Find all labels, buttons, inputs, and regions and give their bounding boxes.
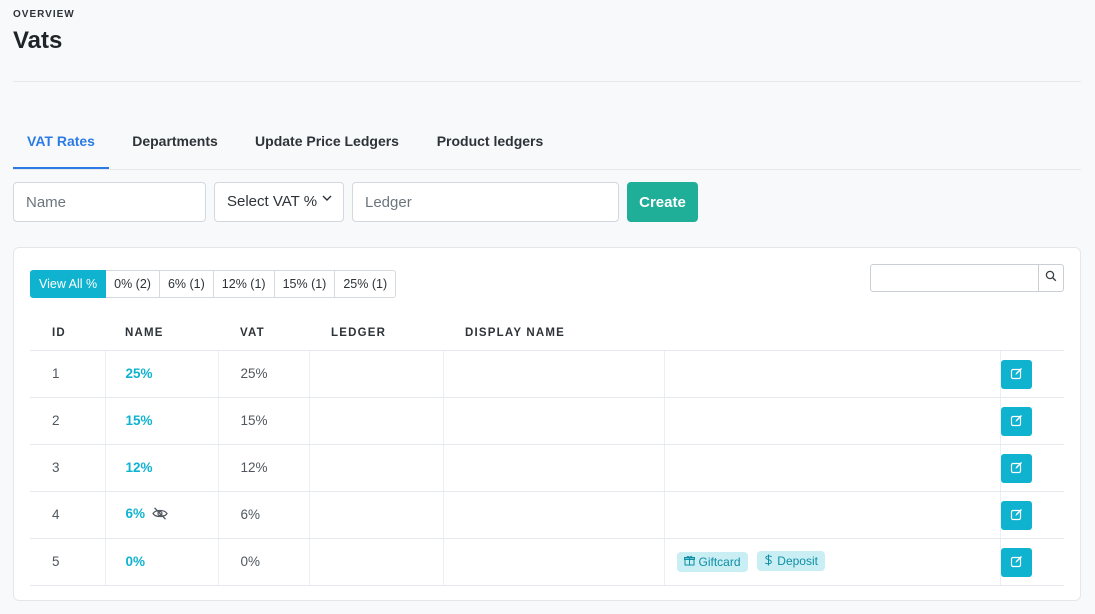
filter-25[interactable]: 25% (1) bbox=[335, 270, 397, 298]
edit-button[interactable] bbox=[1000, 360, 1032, 389]
dollar-icon bbox=[764, 554, 777, 569]
edit-icon bbox=[1010, 461, 1023, 477]
edit-icon bbox=[1010, 367, 1023, 383]
edit-button[interactable] bbox=[1000, 501, 1032, 530]
column-header-id: ID bbox=[30, 316, 105, 351]
cell-name[interactable]: 6% bbox=[105, 491, 219, 539]
filter-15[interactable]: 15% (1) bbox=[274, 270, 336, 298]
cell-ledger bbox=[309, 397, 444, 445]
tab-departments[interactable]: Departments bbox=[123, 118, 227, 169]
name-input[interactable] bbox=[13, 182, 206, 222]
column-header-name: NAME bbox=[105, 316, 218, 351]
cell-display-name bbox=[443, 491, 665, 539]
cell-ledger bbox=[309, 444, 444, 492]
cell-tags bbox=[664, 444, 1001, 492]
search-input[interactable] bbox=[871, 265, 1038, 291]
page-overline: OVERVIEW bbox=[13, 9, 75, 20]
cell-name[interactable]: 12% bbox=[105, 444, 219, 492]
tag-label: Deposit bbox=[777, 554, 818, 569]
cell-ledger bbox=[309, 538, 444, 586]
column-header-display-name: DISPLAY NAME bbox=[443, 316, 664, 351]
giftcard-badge: Giftcard bbox=[676, 551, 748, 572]
cell-vat: 15% bbox=[218, 397, 310, 445]
header-divider bbox=[13, 81, 1081, 82]
cell-tags bbox=[664, 397, 1001, 445]
tab-update-price-ledgers[interactable]: Update Price Ledgers bbox=[249, 118, 405, 169]
filter-0[interactable]: 0% (2) bbox=[106, 270, 160, 298]
cell-name[interactable]: 0% bbox=[105, 538, 219, 586]
cell-actions bbox=[1000, 444, 1064, 492]
vat-table: ID NAME VAT LEDGER DISPLAY NAME 1 25% 25… bbox=[30, 316, 1064, 586]
create-button[interactable]: Create bbox=[627, 182, 698, 222]
vat-select-value: Select VAT % bbox=[227, 193, 318, 210]
cell-name[interactable]: 15% bbox=[105, 397, 219, 445]
tab-vat-rates[interactable]: VAT Rates bbox=[13, 118, 109, 169]
column-header-vat: VAT bbox=[218, 316, 309, 351]
edit-button[interactable] bbox=[1000, 407, 1032, 436]
cell-ledger bbox=[309, 350, 444, 398]
cell-tags bbox=[664, 350, 1001, 398]
eye-slash-icon bbox=[152, 507, 168, 523]
tag-label: Giftcard bbox=[698, 554, 741, 569]
filter-6[interactable]: 6% (1) bbox=[159, 270, 214, 298]
cell-ledger bbox=[309, 491, 444, 539]
cell-tags: Giftcard Deposit bbox=[664, 538, 1001, 586]
cell-id: 4 bbox=[30, 491, 106, 539]
edit-icon bbox=[1010, 555, 1023, 571]
cell-id: 5 bbox=[30, 538, 106, 586]
vat-name-link[interactable]: 12% bbox=[126, 460, 153, 475]
page-header: OVERVIEW Vats bbox=[13, 9, 75, 55]
cell-actions bbox=[1000, 538, 1064, 586]
vat-filter-group: View All % 0% (2) 6% (1) 12% (1) 15% (1)… bbox=[30, 270, 397, 298]
table-header-row: ID NAME VAT LEDGER DISPLAY NAME bbox=[30, 316, 1064, 351]
gift-icon bbox=[683, 555, 699, 569]
column-header-actions bbox=[1000, 316, 1064, 351]
vat-table-card: View All % 0% (2) 6% (1) 12% (1) 15% (1)… bbox=[13, 247, 1081, 601]
table-row: 1 25% 25% bbox=[30, 350, 1064, 398]
cell-display-name bbox=[443, 397, 665, 445]
search-button[interactable] bbox=[1038, 265, 1063, 291]
table-row: 2 15% 15% bbox=[30, 397, 1064, 445]
table-row: 4 6% 6% bbox=[30, 491, 1064, 539]
cell-vat: 12% bbox=[218, 444, 310, 492]
vat-name-link[interactable]: 25% bbox=[126, 366, 153, 381]
cell-id: 2 bbox=[30, 397, 106, 445]
cell-vat: 6% bbox=[218, 491, 310, 539]
cell-vat: 25% bbox=[218, 350, 310, 398]
cell-tags bbox=[664, 491, 1001, 539]
edit-icon bbox=[1010, 508, 1023, 524]
filter-12[interactable]: 12% (1) bbox=[213, 270, 275, 298]
cell-display-name bbox=[443, 538, 665, 586]
tab-bar: VAT Rates Departments Update Price Ledge… bbox=[13, 118, 1081, 170]
edit-button[interactable] bbox=[1000, 454, 1032, 483]
cell-actions bbox=[1000, 350, 1064, 398]
page-title: Vats bbox=[13, 27, 63, 54]
edit-button[interactable] bbox=[1000, 548, 1032, 577]
table-search bbox=[870, 264, 1064, 292]
cell-display-name bbox=[443, 350, 665, 398]
vat-name-link[interactable]: 0% bbox=[126, 554, 146, 569]
cell-actions bbox=[1000, 491, 1064, 539]
cell-actions bbox=[1000, 397, 1064, 445]
vat-name-link[interactable]: 15% bbox=[126, 413, 153, 428]
search-icon bbox=[1045, 269, 1057, 287]
deposit-badge: Deposit bbox=[757, 551, 825, 572]
tab-product-ledgers[interactable]: Product ledgers bbox=[429, 118, 551, 169]
filter-view-all[interactable]: View All % bbox=[30, 270, 107, 298]
ledger-input[interactable] bbox=[352, 182, 619, 222]
table-row: 5 0% 0% Giftcard Deposit bbox=[30, 538, 1064, 586]
cell-name[interactable]: 25% bbox=[105, 350, 219, 398]
vat-select[interactable]: Select VAT % bbox=[214, 182, 344, 222]
table-row: 3 12% 12% bbox=[30, 444, 1064, 492]
cell-display-name bbox=[443, 444, 665, 492]
cell-id: 3 bbox=[30, 444, 106, 492]
column-header-ledger: LEDGER bbox=[309, 316, 443, 351]
chevron-down-icon bbox=[321, 192, 333, 207]
vat-name-link[interactable]: 6% bbox=[126, 506, 146, 521]
cell-id: 1 bbox=[30, 350, 106, 398]
cell-vat: 0% bbox=[218, 538, 310, 586]
edit-icon bbox=[1010, 414, 1023, 430]
column-header-tags bbox=[664, 316, 1000, 351]
